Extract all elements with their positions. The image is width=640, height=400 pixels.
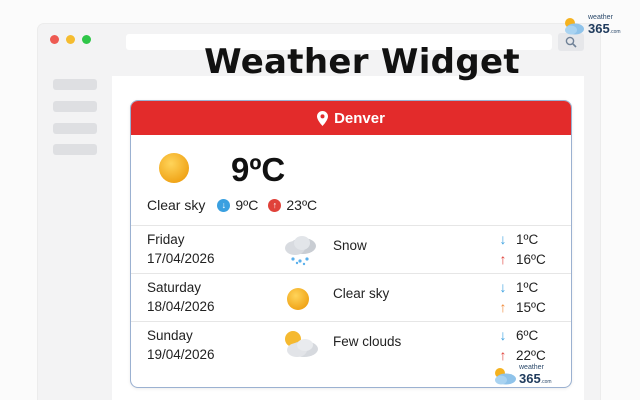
- sun-icon: [159, 153, 189, 183]
- widget-brand-logo: weather 365.com: [492, 364, 552, 387]
- stage: weather 365.com Weather Widget Denver 9º…: [0, 0, 640, 400]
- down-arrow-icon: ↓: [499, 327, 507, 343]
- forecast-max: ↑ 22ºC: [495, 347, 546, 363]
- up-arrow-icon: ↑: [499, 299, 507, 315]
- forecast-date: 17/04/2026: [147, 251, 215, 266]
- forecast-condition: Few clouds: [333, 334, 402, 349]
- weather-widget: Denver 9ºC Clear sky ↓ 9ºC ↑ 23ºC Friday…: [130, 100, 572, 388]
- forecast-row: Saturday 18/04/2026 Clear sky ↓ 1ºC ↑ 15…: [131, 273, 571, 321]
- sidebar-placeholder: [53, 144, 97, 155]
- widget-header: Denver: [131, 101, 571, 135]
- forecast-min: ↓ 1ºC: [495, 279, 539, 295]
- forecast-day: Saturday: [147, 280, 202, 295]
- forecast-row: Friday 17/04/2026 Snow ↓ 1ºC ↑ 16ºC: [131, 225, 571, 273]
- forecast-date: 18/04/2026: [147, 299, 215, 314]
- cloud-sun-logo-icon: [565, 17, 584, 34]
- forecast-max-value: 15ºC: [516, 299, 546, 315]
- sun-icon: [287, 288, 309, 310]
- forecast-date: 19/04/2026: [147, 347, 215, 362]
- location-pin-icon: [317, 110, 329, 126]
- down-arrow-icon: ↓: [499, 279, 507, 295]
- up-arrow-icon: ↑: [499, 347, 507, 363]
- current-max: ↑ 23ºC: [268, 197, 317, 213]
- cloud-sun-logo-icon: [495, 367, 516, 384]
- down-arrow-icon: ↓: [499, 231, 507, 247]
- forecast-condition: Clear sky: [333, 286, 390, 301]
- forecast-min: ↓ 6ºC: [495, 327, 539, 343]
- current-max-value: 23ºC: [286, 197, 318, 213]
- forecast-condition: Snow: [333, 238, 367, 253]
- forecast-max: ↑ 16ºC: [495, 251, 546, 267]
- min-arrow-icon: ↓: [217, 198, 231, 212]
- max-arrow-icon: ↑: [268, 198, 282, 212]
- forecast-min: ↓ 1ºC: [495, 231, 539, 247]
- forecast-min-value: 1ºC: [516, 231, 539, 247]
- snow-cloud-icon: [285, 236, 316, 266]
- sidebar-placeholder: [53, 123, 97, 134]
- current-temperature: 9ºC: [231, 151, 286, 188]
- page-title: Weather Widget: [204, 42, 520, 82]
- brand-logo: weather 365.com: [562, 14, 621, 37]
- forecast-max-value: 16ºC: [516, 251, 546, 267]
- current-min: ↓ 9ºC: [217, 197, 258, 213]
- forecast-row: Sunday 19/04/2026 Few clouds ↓ 6ºC ↑ 22º…: [131, 321, 571, 369]
- brand-number: 365: [588, 21, 610, 36]
- location-name: Denver: [334, 109, 385, 127]
- forecast-day: Friday: [147, 232, 185, 247]
- current-weather: 9ºC Clear sky ↓ 9ºC ↑ 23ºC: [131, 135, 571, 225]
- forecast-day: Sunday: [147, 328, 193, 343]
- current-condition: Clear sky: [147, 197, 206, 213]
- partly-cloudy-icon: [285, 331, 318, 357]
- forecast-min-value: 6ºC: [516, 327, 539, 343]
- brand-suffix: .com: [609, 29, 621, 35]
- current-min-value: 9ºC: [235, 197, 259, 213]
- forecast-min-value: 1ºC: [516, 279, 539, 295]
- brand-suffix: .com: [540, 379, 552, 385]
- up-arrow-icon: ↑: [499, 251, 507, 267]
- forecast-max: ↑ 15ºC: [495, 299, 546, 315]
- brand-number: 365: [519, 371, 541, 386]
- current-summary: Clear sky ↓ 9ºC ↑ 23ºC: [147, 197, 317, 213]
- sidebar-placeholder: [53, 101, 97, 112]
- forecast-max-value: 22ºC: [516, 347, 546, 363]
- brand-word: weather: [588, 14, 613, 21]
- brand-word: weather: [519, 364, 544, 371]
